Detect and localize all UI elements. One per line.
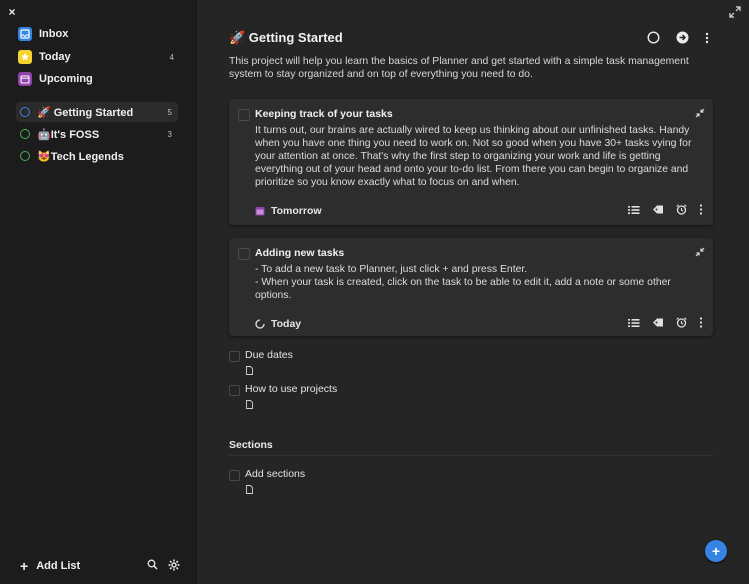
task-row[interactable]: How to use projects: [229, 383, 713, 413]
sidebar-item-today[interactable]: Today 4: [18, 47, 174, 67]
gear-icon[interactable]: [168, 559, 180, 574]
project-label: 😻Tech Legends: [37, 150, 124, 163]
task-title[interactable]: Keeping track of your tasks: [255, 108, 393, 120]
checklist-icon[interactable]: [628, 318, 640, 331]
sidebar-project-its-foss[interactable]: 🤖It's FOSS 3: [16, 124, 178, 144]
task-checkbox[interactable]: [238, 109, 250, 121]
task-row[interactable]: Due dates: [229, 349, 713, 379]
calendar-icon: [18, 72, 32, 86]
task-checkbox[interactable]: [229, 385, 240, 396]
project-label: 🤖It's FOSS: [37, 128, 100, 141]
task-description[interactable]: It turns out, our brains are actually wi…: [255, 124, 703, 189]
project-color-dot: [20, 129, 30, 139]
project-count: 5: [167, 107, 172, 117]
project-description: This project will help you learn the bas…: [229, 56, 689, 80]
tag-icon[interactable]: [652, 317, 664, 331]
item-count: 4: [169, 52, 174, 62]
note-icon: [246, 400, 253, 409]
collapse-icon[interactable]: [695, 108, 705, 118]
sidebar-item-upcoming[interactable]: Upcoming: [18, 69, 174, 89]
task-label[interactable]: How to use projects: [245, 383, 337, 395]
note-icon: [246, 485, 253, 494]
more-menu-icon[interactable]: [705, 32, 709, 47]
due-date-label: Today: [271, 318, 302, 330]
task-description[interactable]: - To add a new task to Planner, just cli…: [255, 263, 703, 302]
task-row[interactable]: Add sections: [229, 468, 713, 498]
search-icon[interactable]: [147, 559, 158, 573]
project-header: 🚀 Getting Started This project will help…: [229, 29, 709, 81]
due-date[interactable]: Tomorrow: [255, 205, 322, 217]
close-button[interactable]: ×: [6, 6, 18, 18]
section-title[interactable]: Sections: [229, 439, 273, 451]
sidebar-item-label: Upcoming: [39, 73, 93, 85]
sidebar-project-tech-legends[interactable]: 😻Tech Legends: [16, 146, 178, 166]
sidebar-project-getting-started[interactable]: 🚀 Getting Started 5: [16, 102, 178, 122]
more-menu-icon[interactable]: [699, 204, 703, 218]
due-date-label: Tomorrow: [271, 205, 322, 217]
fullscreen-icon[interactable]: [729, 6, 741, 18]
task-label[interactable]: Due dates: [245, 349, 293, 361]
task-label[interactable]: Add sections: [245, 468, 305, 480]
calendar-icon: [255, 206, 265, 216]
add-list-button[interactable]: + Add List: [20, 559, 80, 573]
page-title: 🚀 Getting Started: [229, 30, 343, 45]
add-list-label: Add List: [36, 560, 81, 572]
plus-icon: +: [711, 543, 721, 559]
checklist-icon[interactable]: [628, 205, 640, 218]
due-date[interactable]: Today: [255, 318, 301, 330]
task-checkbox[interactable]: [238, 248, 250, 260]
collapse-icon[interactable]: [695, 247, 705, 257]
task-title[interactable]: Adding new tasks: [255, 247, 344, 259]
project-color-dot: [20, 151, 30, 161]
project-count: 3: [167, 129, 172, 139]
today-icon: [255, 319, 265, 329]
task-card-expanded[interactable]: Keeping track of your tasks It turns out…: [229, 99, 713, 225]
alarm-clock-icon[interactable]: [676, 204, 687, 218]
sidebar-item-inbox[interactable]: Inbox: [18, 24, 174, 44]
note-icon: [246, 366, 253, 375]
complete-circle-icon[interactable]: [647, 31, 660, 47]
star-icon: [18, 50, 32, 64]
sidebar: × Inbox Today 4 Upcoming 🚀 Getting Start: [0, 0, 197, 584]
more-menu-icon[interactable]: [699, 317, 703, 331]
plus-icon: +: [20, 558, 29, 574]
inbox-icon: [18, 27, 32, 41]
sidebar-item-label: Inbox: [39, 28, 69, 40]
app-window: × Inbox Today 4 Upcoming 🚀 Getting Start: [0, 0, 749, 584]
sidebar-item-label: Today: [39, 51, 71, 63]
task-checkbox[interactable]: [229, 470, 240, 481]
task-checkbox[interactable]: [229, 351, 240, 362]
task-card-expanded[interactable]: Adding new tasks - To add a new task to …: [229, 238, 713, 336]
section-divider: [229, 455, 713, 456]
sidebar-footer: + Add List: [20, 558, 180, 574]
main-content: 🚀 Getting Started This project will help…: [197, 0, 749, 584]
arrow-right-icon[interactable]: [676, 31, 689, 47]
add-task-button[interactable]: +: [705, 540, 727, 562]
project-label: 🚀 Getting Started: [37, 106, 134, 119]
tag-icon[interactable]: [652, 204, 664, 218]
project-color-dot: [20, 107, 30, 117]
alarm-clock-icon[interactable]: [676, 317, 687, 331]
